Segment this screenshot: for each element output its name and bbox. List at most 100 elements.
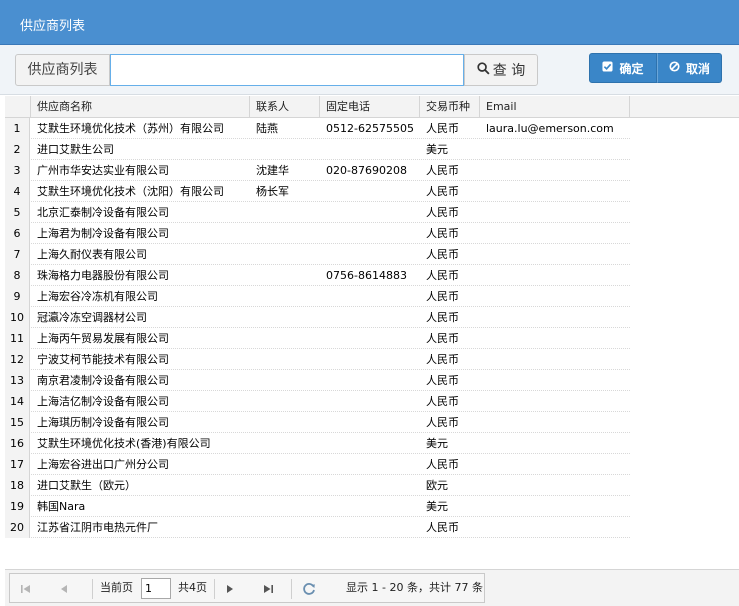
cell-supplier-name: 珠海格力电器股份有限公司 — [37, 269, 169, 282]
pager-summary: 显示 1 - 20 条，共计 77 条 — [346, 581, 483, 594]
cell-phone — [320, 328, 420, 349]
cell-email — [480, 454, 630, 475]
table-row[interactable]: 10 冠瀛冷冻空调器材公司 人民币 — [5, 307, 630, 328]
row-number: 9 — [5, 286, 30, 307]
table-row[interactable]: 6 上海君为制冷设备有限公司 人民币 — [5, 223, 630, 244]
cell-currency: 人民币 — [426, 416, 459, 429]
table-row[interactable]: 2 进口艾默生公司 美元 — [5, 139, 630, 160]
table-row[interactable]: 5 北京汇泰制冷设备有限公司 人民币 — [5, 202, 630, 223]
first-page-icon[interactable] — [18, 581, 34, 597]
cell-email — [480, 496, 630, 517]
last-page-icon[interactable] — [260, 581, 276, 597]
table-row[interactable]: 4 艾默生环境优化技术（沈阳）有限公司 杨长军 人民币 — [5, 181, 630, 202]
cell-email — [480, 139, 630, 160]
next-page-icon[interactable] — [222, 581, 238, 597]
cell-email — [480, 349, 630, 370]
cell-email — [480, 433, 630, 454]
cell-email: laura.lu@emerson.com — [486, 122, 614, 135]
table-row[interactable]: 1 艾默生环境优化技术（苏州）有限公司 陆燕 0512-62575505 人民币 laur… — [5, 118, 630, 139]
cell-contact — [250, 349, 320, 370]
cell-contact — [250, 391, 320, 412]
cell-supplier-name: 上海洁亿制冷设备有限公司 — [37, 395, 169, 408]
cell-phone — [320, 244, 420, 265]
column-header-currency[interactable]: 交易币种 — [420, 96, 480, 118]
row-number: 6 — [5, 223, 30, 244]
ok-button-label: 确定 — [619, 61, 644, 76]
cell-contact — [250, 433, 320, 454]
cell-phone — [320, 286, 420, 307]
cell-phone — [320, 202, 420, 223]
table-row[interactable]: 8 珠海格力电器股份有限公司 0756-8614883 人民币 — [5, 265, 630, 286]
table-row[interactable]: 9 上海宏谷冷冻机有限公司 人民币 — [5, 286, 630, 307]
cell-currency: 人民币 — [426, 395, 459, 408]
table-row[interactable]: 15 上海琪历制冷设备有限公司 人民币 — [5, 412, 630, 433]
cell-phone: 0512-62575505 — [326, 122, 414, 135]
table-row[interactable]: 18 进口艾默生（欧元） 欧元 — [5, 475, 630, 496]
table-row[interactable]: 20 江苏省江阴市电热元件厂 人民币 — [5, 517, 630, 538]
search-toolbar: 供应商列表 查 询 确定 取消 — [0, 45, 739, 95]
cell-phone: 0756-8614883 — [326, 269, 407, 282]
cell-email — [480, 475, 630, 496]
cancel-button-label: 取消 — [685, 61, 710, 76]
cell-email — [480, 286, 630, 307]
current-page-label: 当前页 — [100, 581, 133, 594]
table-row[interactable]: 3 广州市华安达实业有限公司 沈建华 020-87690208 人民币 — [5, 160, 630, 181]
cell-currency: 人民币 — [426, 227, 459, 240]
cell-supplier-name: 宁波艾柯节能技术有限公司 — [37, 353, 169, 366]
cell-supplier-name: 进口艾默生（欧元） — [37, 479, 136, 492]
cell-contact — [250, 223, 320, 244]
cell-currency: 美元 — [426, 437, 448, 450]
table-row[interactable]: 13 南京君凌制冷设备有限公司 人民币 — [5, 370, 630, 391]
window-title: 供应商列表 — [20, 19, 86, 34]
pagination-controls: 当前页 共4页 显示 1 - 20 条，共计 77 条 — [9, 573, 485, 603]
cell-contact — [250, 244, 320, 265]
table-row[interactable]: 7 上海久耐仪表有限公司 人民币 — [5, 244, 630, 265]
cell-email — [480, 307, 630, 328]
row-number: 17 — [5, 454, 30, 475]
cell-email — [480, 244, 630, 265]
cell-contact — [250, 496, 320, 517]
query-button[interactable]: 查 询 — [464, 54, 538, 86]
column-header-email[interactable]: Email — [480, 96, 630, 118]
table-row[interactable]: 11 上海丙午贸易发展有限公司 人民币 — [5, 328, 630, 349]
column-header-contact[interactable]: 联系人 — [250, 96, 320, 118]
table-row[interactable]: 14 上海洁亿制冷设备有限公司 人民币 — [5, 391, 630, 412]
cell-phone — [320, 391, 420, 412]
cell-email — [480, 412, 630, 433]
row-number: 10 — [5, 307, 30, 328]
total-pages-label: 共4页 — [178, 581, 207, 594]
row-number: 4 — [5, 181, 30, 202]
cell-currency: 人民币 — [426, 353, 459, 366]
ban-icon — [669, 61, 680, 75]
search-label: 供应商列表 — [15, 54, 110, 86]
column-header-name[interactable]: 供应商名称 — [31, 96, 250, 118]
cell-currency: 人民币 — [426, 290, 459, 303]
cell-supplier-name: 北京汇泰制冷设备有限公司 — [37, 206, 169, 219]
cell-phone — [320, 433, 420, 454]
cell-email — [480, 391, 630, 412]
page-number-input[interactable] — [141, 578, 171, 599]
table-row[interactable]: 16 艾默生环境优化技术(香港)有限公司 美元 — [5, 433, 630, 454]
cell-phone: 020-87690208 — [326, 164, 407, 177]
cell-phone — [320, 223, 420, 244]
cell-contact — [250, 328, 320, 349]
column-header-phone[interactable]: 固定电话 — [320, 96, 420, 118]
table-row[interactable]: 12 宁波艾柯节能技术有限公司 人民币 — [5, 349, 630, 370]
cell-phone — [320, 412, 420, 433]
ok-button[interactable]: 确定 — [589, 53, 657, 83]
cell-supplier-name: 南京君凌制冷设备有限公司 — [37, 374, 169, 387]
prev-page-icon[interactable] — [56, 581, 72, 597]
cell-email — [480, 370, 630, 391]
cell-supplier-name: 上海宏谷冷冻机有限公司 — [37, 290, 158, 303]
table-row[interactable]: 17 上海宏谷进出口广州分公司 人民币 — [5, 454, 630, 475]
refresh-icon[interactable] — [301, 581, 317, 597]
search-input[interactable] — [110, 54, 464, 86]
cancel-button[interactable]: 取消 — [657, 53, 722, 83]
table-row[interactable]: 19 韩国Nara 美元 — [5, 496, 630, 517]
cell-supplier-name: 上海丙午贸易发展有限公司 — [37, 332, 169, 345]
cell-phone — [320, 475, 420, 496]
cell-supplier-name: 上海琪历制冷设备有限公司 — [37, 416, 169, 429]
cell-supplier-name: 韩国Nara — [37, 500, 86, 513]
cell-currency: 人民币 — [426, 248, 459, 261]
cell-currency: 人民币 — [426, 164, 459, 177]
